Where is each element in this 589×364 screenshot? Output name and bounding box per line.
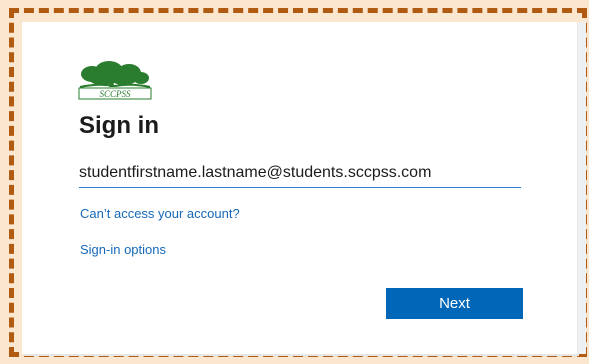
side-panel-strip bbox=[578, 22, 586, 354]
cant-access-account-link[interactable]: Can’t access your account? bbox=[80, 206, 240, 221]
sccpss-logo: SCCPSS bbox=[78, 61, 152, 100]
logo-text: SCCPSS bbox=[99, 89, 131, 99]
sign-in-options-link[interactable]: Sign-in options bbox=[80, 242, 166, 257]
page-title: Sign in bbox=[79, 112, 159, 139]
email-input[interactable] bbox=[79, 159, 521, 188]
next-button[interactable]: Next bbox=[386, 288, 523, 319]
